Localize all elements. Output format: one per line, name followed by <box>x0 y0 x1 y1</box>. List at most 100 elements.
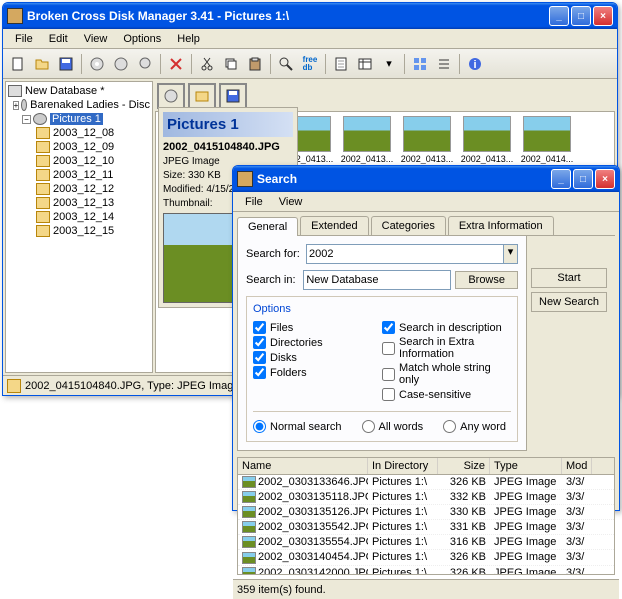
tb-view-icon[interactable] <box>409 53 431 75</box>
tab-categories[interactable]: Categories <box>371 216 446 235</box>
thumbnail-item[interactable]: 2002_0414... <box>520 116 574 172</box>
search-menu-view[interactable]: View <box>271 194 311 210</box>
filter-checkbox[interactable] <box>253 366 266 379</box>
tb-report-icon[interactable] <box>330 53 352 75</box>
results-list[interactable]: Name In Directory Size Type Mod 2002_030… <box>237 457 615 575</box>
search-close-button[interactable]: × <box>595 169 615 189</box>
thumbnail-item[interactable]: 2002_0413... <box>460 116 514 172</box>
option-checkbox[interactable] <box>382 342 395 355</box>
tree-expand-icon[interactable]: + <box>13 101 20 110</box>
tb-cut-icon[interactable] <box>196 53 218 75</box>
tab-general[interactable]: General <box>237 217 298 236</box>
tb-freedb-icon[interactable]: freedb <box>299 53 321 75</box>
browse-button[interactable]: Browse <box>455 271 518 289</box>
radio-label: All words <box>379 421 424 433</box>
result-row[interactable]: 2002_0303135118.JPGPictures 1:\332 KBJPE… <box>238 490 614 505</box>
main-titlebar[interactable]: Broken Cross Disk Manager 3.41 - Picture… <box>3 3 617 29</box>
search-minimize-button[interactable]: _ <box>551 169 571 189</box>
result-row[interactable]: 2002_0303135542.JPGPictures 1:\331 KBJPE… <box>238 520 614 535</box>
tb-open-icon[interactable] <box>31 53 53 75</box>
tb-disk-folder-icon[interactable] <box>134 53 156 75</box>
filter-checkbox[interactable] <box>253 321 266 334</box>
search-for-input[interactable] <box>306 244 504 264</box>
search-in-label: Search in: <box>246 274 303 286</box>
tb-disk-edit-icon[interactable] <box>110 53 132 75</box>
tree-folder-label[interactable]: 2003_12_10 <box>53 155 114 167</box>
tb-delete-icon[interactable] <box>165 53 187 75</box>
tb-copy-icon[interactable] <box>220 53 242 75</box>
start-button[interactable]: Start <box>531 268 607 288</box>
tb-search-icon[interactable] <box>275 53 297 75</box>
search-maximize-button[interactable]: □ <box>573 169 593 189</box>
search-in-input[interactable] <box>303 270 451 290</box>
tab-extra-info[interactable]: Extra Information <box>448 216 554 235</box>
filter-checkbox[interactable] <box>253 351 266 364</box>
col-type[interactable]: Type <box>490 458 562 474</box>
tb-new-icon[interactable] <box>7 53 29 75</box>
tree-folder-label[interactable]: 2003_12_08 <box>53 127 114 139</box>
checkbox-label: Folders <box>270 367 307 379</box>
tree-collapse-icon[interactable]: − <box>22 115 31 124</box>
result-thumb-icon <box>242 567 256 575</box>
scan-folder-button[interactable] <box>188 83 216 109</box>
folder-tree[interactable]: New Database * +Barenaked Ladies - Disc … <box>5 81 153 373</box>
col-size[interactable]: Size <box>438 458 490 474</box>
result-thumb-icon <box>242 491 256 503</box>
option-checkbox[interactable] <box>382 321 395 334</box>
tree-folder-label[interactable]: 2003_12_14 <box>53 211 114 223</box>
search-title: Search <box>257 172 551 186</box>
save-db-button[interactable] <box>219 83 247 109</box>
filter-checkbox[interactable] <box>253 336 266 349</box>
new-search-button[interactable]: New Search <box>531 292 607 312</box>
maximize-button[interactable]: □ <box>571 6 591 26</box>
tree-folder-label[interactable]: 2003_12_12 <box>53 183 114 195</box>
col-directory[interactable]: In Directory <box>368 458 438 474</box>
result-row[interactable]: 2002_0303142000.JPGPictures 1:\326 KBJPE… <box>238 566 614 575</box>
options-group: Options FilesDirectoriesDisksFolders Sea… <box>246 296 518 442</box>
col-modified[interactable]: Mod <box>562 458 592 474</box>
tb-list-icon[interactable] <box>354 53 376 75</box>
tree-selected-label[interactable]: Pictures 1 <box>50 113 103 125</box>
search-mode-radio[interactable] <box>443 420 456 433</box>
tree-folder-label[interactable]: 2003_12_13 <box>53 197 114 209</box>
search-menu-file[interactable]: File <box>237 194 271 210</box>
folder-icon <box>36 225 50 237</box>
result-row[interactable]: 2002_0303140454.JPGPictures 1:\326 KBJPE… <box>238 550 614 565</box>
search-for-label: Search for: <box>246 248 306 260</box>
tb-paste-icon[interactable] <box>244 53 266 75</box>
menu-help[interactable]: Help <box>169 31 208 47</box>
col-name[interactable]: Name <box>238 458 368 474</box>
tree-folder-label[interactable]: 2003_12_11 <box>53 169 113 181</box>
option-checkbox[interactable] <box>382 388 395 401</box>
menu-edit[interactable]: Edit <box>41 31 76 47</box>
minimize-button[interactable]: _ <box>549 6 569 26</box>
tree-folder-label[interactable]: 2003_12_09 <box>53 141 114 153</box>
main-toolbar: freedb ▾ i <box>3 49 617 79</box>
search-mode-radio[interactable] <box>253 420 266 433</box>
folder-icon <box>36 141 50 153</box>
tab-extended[interactable]: Extended <box>300 216 368 235</box>
tb-info-icon[interactable]: i <box>464 53 486 75</box>
tree-folder-label[interactable]: 2003_12_15 <box>53 225 114 237</box>
search-mode-radio[interactable] <box>362 420 375 433</box>
thumbnail-item[interactable]: 2002_0413... <box>340 116 394 172</box>
menu-view[interactable]: View <box>76 31 116 47</box>
close-button[interactable]: × <box>593 6 613 26</box>
menu-file[interactable]: File <box>7 31 41 47</box>
tb-details-icon[interactable] <box>433 53 455 75</box>
option-checkbox[interactable] <box>382 368 395 381</box>
tree-disk-label[interactable]: Barenaked Ladies - Disc <box>30 99 150 111</box>
info-filename: 2002_0415104840.JPG <box>163 141 280 153</box>
thumbnail-item[interactable]: 2002_0413... <box>400 116 454 172</box>
tree-root-label[interactable]: New Database * <box>25 85 105 97</box>
menu-options[interactable]: Options <box>115 31 169 47</box>
search-titlebar[interactable]: Search _ □ × <box>233 166 619 192</box>
search-dropdown-icon[interactable]: ▾ <box>504 244 518 264</box>
folder-icon <box>36 211 50 223</box>
tb-chart-icon[interactable]: ▾ <box>378 53 400 75</box>
result-row[interactable]: 2002_0303133646.JPGPictures 1:\326 KBJPE… <box>238 475 614 490</box>
result-row[interactable]: 2002_0303135554.JPGPictures 1:\316 KBJPE… <box>238 535 614 550</box>
tb-disk-add-icon[interactable] <box>86 53 108 75</box>
scan-disk-button[interactable] <box>157 83 185 109</box>
tb-save-icon[interactable] <box>55 53 77 75</box>
